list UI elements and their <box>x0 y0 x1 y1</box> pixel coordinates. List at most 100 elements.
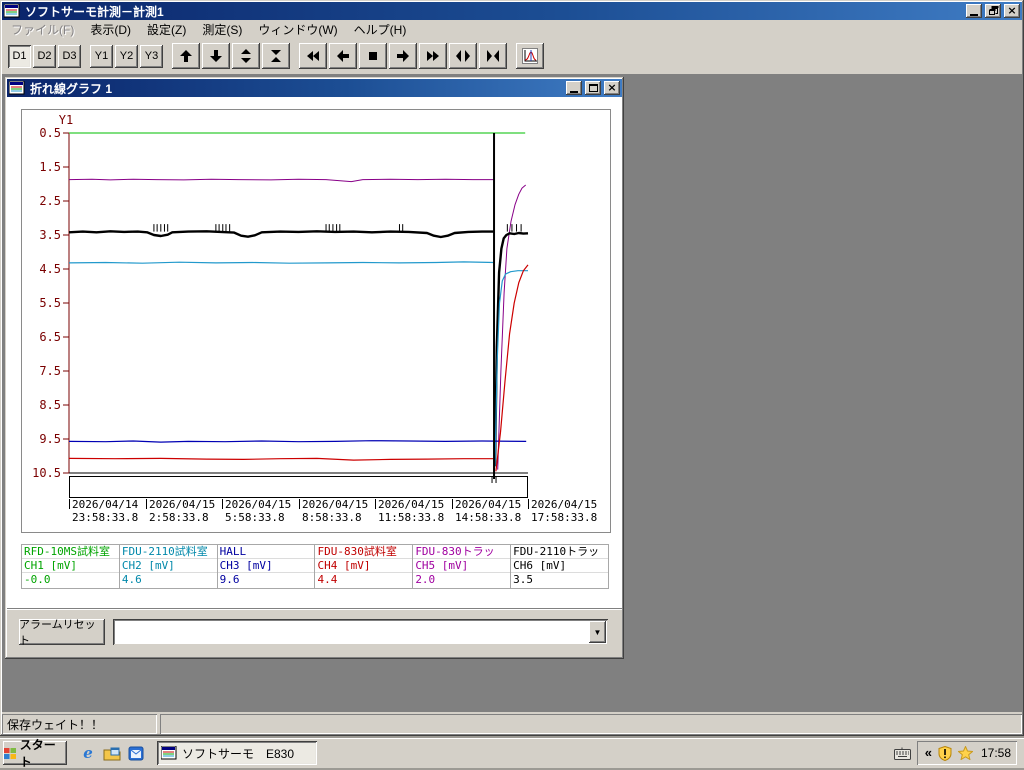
channel-name: FDU-830試料室 <box>315 545 413 559</box>
graph-window-icon <box>9 81 25 95</box>
graph-titlebar[interactable]: 折れ線グラフ 1 × <box>7 79 622 97</box>
combo-dropdown-button[interactable]: ▼ <box>589 621 606 643</box>
security-shield-icon[interactable] <box>938 745 952 761</box>
line-chart-svg: Y10.5 1.5 2.5 3.5 4.5 5.5 6.5 7.5 8.5 9.5 10.5 2026… <box>32 113 597 524</box>
toolbar-button-y3[interactable]: Y3 <box>140 44 163 68</box>
minimize-icon <box>970 14 978 16</box>
channel-label: CH3 [mV] <box>217 559 315 573</box>
toolbar-group-3 <box>299 43 507 69</box>
channel-label: CH6 [mV] <box>511 559 608 573</box>
svg-text:2026/04/15: 2026/04/15 <box>455 498 521 511</box>
line-chart-plot[interactable]: Y1 0.5 1.5 2.5 3.5 4.5 5.5 6.5 7.5 8.5 9.5 10.5 2026… <box>21 109 611 533</box>
svg-text:10.5: 10.5 <box>32 466 61 480</box>
graph-minimize-button[interactable] <box>566 81 582 95</box>
start-button[interactable]: スタート <box>3 738 67 769</box>
toolbar-button-y2[interactable]: Y2 <box>115 44 138 68</box>
task-button-softthermo[interactable]: ソフトサーモ E830 <box>157 741 317 765</box>
toolbar-button-collapse-horizontal[interactable] <box>479 43 507 69</box>
close-button[interactable]: × <box>1004 4 1020 18</box>
toolbar-button-line-chart[interactable] <box>516 43 544 69</box>
collapse-horizontal-icon <box>487 50 499 62</box>
graph-close-button[interactable]: × <box>604 81 620 95</box>
menu-item-1[interactable]: 表示(D) <box>82 19 139 41</box>
stop-icon <box>369 52 377 60</box>
channel-cell-3: HALL CH3 [mV] 9.6 <box>217 545 316 588</box>
app-icon <box>4 4 20 18</box>
fast-forward-icon <box>427 51 439 61</box>
restore-icon <box>988 6 998 15</box>
taskbar: スタート e ソフトサーモ E830 « 17:58 <box>0 738 1024 769</box>
toolbar-button-fast-rewind[interactable] <box>299 43 327 69</box>
toolbar-button-y1[interactable]: Y1 <box>90 44 113 68</box>
svg-text:2026/04/15: 2026/04/15 <box>378 498 444 511</box>
alarm-reset-button[interactable]: アラームリセット <box>19 619 105 647</box>
toolbar-button-collapse-vertical[interactable] <box>262 43 290 69</box>
toolbar-button-expand-vertical[interactable] <box>232 43 260 69</box>
taskbar-clock: 17:58 <box>980 746 1011 760</box>
graph-window: 折れ線グラフ 1 × Y1 0.5 1.5 2.5 3.5 4.5 5.5 6.5 7.5 8.5… <box>5 77 624 659</box>
channel-cell-6: FDU-2110トラッ CH6 [mV] 3.5 <box>511 545 608 588</box>
svg-text:23:58:33.8: 23:58:33.8 <box>72 511 138 524</box>
arrow-up-icon <box>180 50 192 62</box>
toolbar-button-d1[interactable]: D1 <box>8 44 31 68</box>
svg-text:3.5: 3.5 <box>39 228 61 242</box>
show-desktop-icon[interactable] <box>103 744 121 762</box>
mdi-workspace: 折れ線グラフ 1 × Y1 0.5 1.5 2.5 3.5 4.5 5.5 6.5 7.5 8.5… <box>2 74 1022 712</box>
channel-name: RFD-10MS試料室 <box>22 545 119 559</box>
channel-value: 4.4 <box>317 573 338 586</box>
svg-text:5:58:33.8: 5:58:33.8 <box>225 511 285 524</box>
minimize-button[interactable] <box>966 4 982 18</box>
toolbar-button-arrow-down[interactable] <box>202 43 230 69</box>
toolbar-button-stop[interactable] <box>359 43 387 69</box>
system-tray: « 17:58 <box>890 740 1021 766</box>
main-window-title: ソフトサーモ計測－計測1 <box>25 4 164 19</box>
keyboard-icon[interactable] <box>893 747 911 760</box>
arrow-right-icon <box>397 50 409 62</box>
toolbar-button-d2[interactable]: D2 <box>33 44 56 68</box>
toolbar-group-4 <box>516 43 544 69</box>
toolbar-button-d3[interactable]: D3 <box>58 44 81 68</box>
channel-value: 2.0 <box>415 573 436 586</box>
toolbar-button-arrow-right[interactable] <box>389 43 417 69</box>
svg-text:1.5: 1.5 <box>39 160 61 174</box>
restore-button[interactable] <box>985 4 1001 18</box>
task-button-label: ソフトサーモ E830 <box>182 746 295 761</box>
alarm-panel: アラームリセット ▼ <box>7 608 622 657</box>
svg-text:Y1: Y1 <box>59 113 73 127</box>
channel-name: FDU-2110試料室 <box>119 545 217 559</box>
maximize-icon <box>588 84 598 92</box>
channel-value: 4.6 <box>121 573 142 586</box>
channel-cell-5: FDU-830トラッ CH5 [mV] 2.0 <box>413 545 512 588</box>
close-icon: × <box>607 81 617 94</box>
svg-text:2026/04/15: 2026/04/15 <box>225 498 291 511</box>
channel-cell-2: FDU-2110試料室 CH2 [mV] 4.6 <box>119 545 218 588</box>
arrow-left-icon <box>337 50 349 62</box>
toolbar-button-fast-forward[interactable] <box>419 43 447 69</box>
alarm-message-combobox[interactable]: ▼ <box>113 619 608 645</box>
menu-item-0[interactable]: ファイル(F) <box>3 19 82 41</box>
status-bar: 保存ウェイト！！ <box>2 714 1022 734</box>
tray-expand-chevrons[interactable]: « <box>925 746 932 759</box>
svg-text:5.5: 5.5 <box>39 296 61 310</box>
menu-item-2[interactable]: 設定(Z) <box>139 19 194 41</box>
svg-text:0.5: 0.5 <box>39 126 61 140</box>
menu-item-3[interactable]: 測定(S) <box>194 19 250 41</box>
channel-value: 9.6 <box>219 573 240 586</box>
graph-maximize-button[interactable] <box>585 81 601 95</box>
minimize-icon <box>570 91 578 93</box>
graph-client-area: Y1 0.5 1.5 2.5 3.5 4.5 5.5 6.5 7.5 8.5 9.5 10.5 2026… <box>7 97 622 657</box>
channel-label: CH2 [mV] <box>119 559 217 573</box>
menu-item-4[interactable]: ウィンドウ(W) <box>250 19 345 41</box>
toolbar-button-expand-horizontal[interactable] <box>449 43 477 69</box>
toolbar-button-arrow-left[interactable] <box>329 43 357 69</box>
star-icon[interactable] <box>957 746 973 760</box>
toolbar-button-arrow-up[interactable] <box>172 43 200 69</box>
outlook-window-icon[interactable] <box>127 744 145 762</box>
main-window: ソフトサーモ計測－計測1 × ファイル(F) 表示(D) 設定(Z) 測定(S) ウィン… <box>0 0 1024 736</box>
channel-label: CH1 [mV] <box>22 559 119 573</box>
main-titlebar[interactable]: ソフトサーモ計測－計測1 × <box>2 2 1022 20</box>
internet-explorer-icon[interactable]: e <box>79 744 97 762</box>
menubar: ファイル(F) 表示(D) 設定(Z) 測定(S) ウィンドウ(W) ヘルプ(H) <box>2 20 1022 39</box>
menu-item-5[interactable]: ヘルプ(H) <box>346 19 415 41</box>
quick-launch-bar: e <box>71 744 153 762</box>
